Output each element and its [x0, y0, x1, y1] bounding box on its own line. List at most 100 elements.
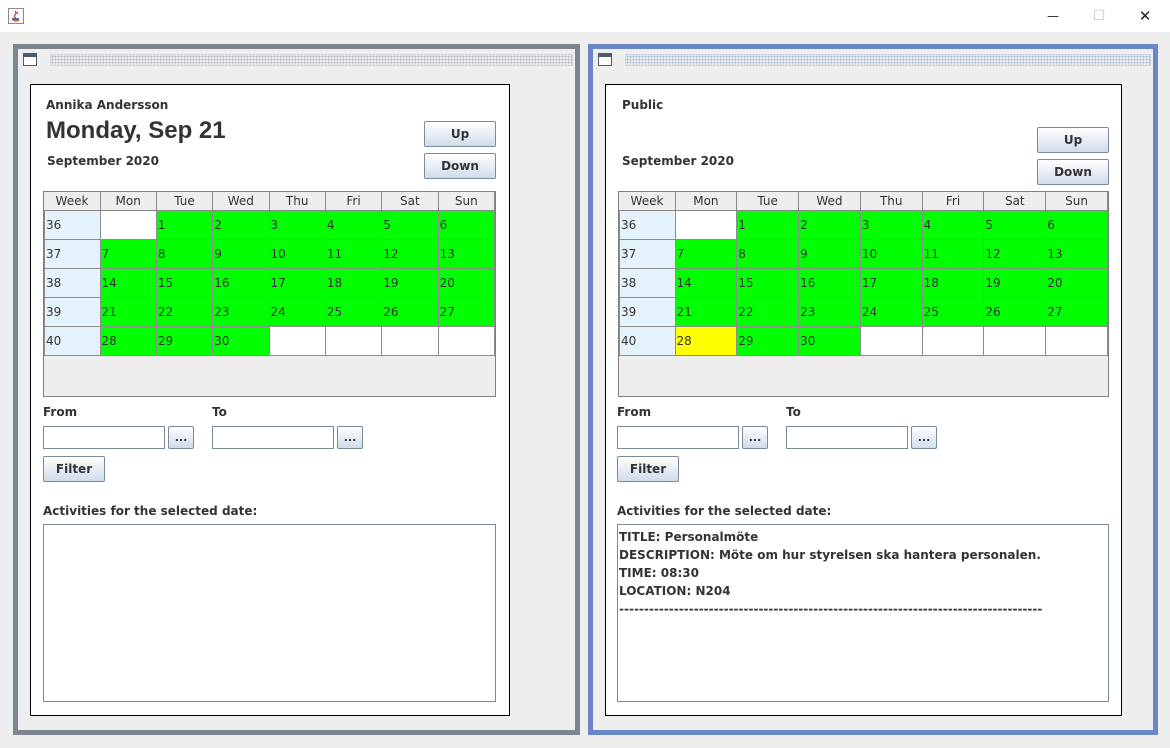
day-cell[interactable]: 4	[921, 210, 985, 240]
day-cell[interactable]: 7	[674, 239, 738, 269]
day-cell[interactable]: 22	[155, 297, 214, 327]
day-cell[interactable]: 12	[983, 239, 1047, 269]
day-cell[interactable]: 8	[736, 239, 800, 269]
close-button[interactable]: ✕	[1122, 0, 1168, 32]
frame-titlebar[interactable]	[593, 49, 1153, 71]
weekday-header[interactable]: Mon	[675, 192, 738, 211]
day-cell[interactable]: 13	[437, 239, 496, 269]
empty-day-cell[interactable]	[921, 326, 985, 356]
day-cell[interactable]: 19	[381, 268, 439, 298]
day-cell[interactable]: 24	[859, 297, 923, 327]
day-cell[interactable]: 20	[437, 268, 496, 298]
day-cell[interactable]: 29	[155, 326, 214, 356]
week-number-cell[interactable]: 39	[44, 297, 101, 327]
up-button[interactable]: Up	[424, 121, 496, 147]
day-cell[interactable]: 6	[1045, 210, 1108, 240]
day-cell[interactable]: 1	[736, 210, 800, 240]
month-calendar-table[interactable]: Week Mon Tue Wed Thu Fri Sat Sun 36 1 2 3 4 5 6 37 7 8 9 1…	[43, 191, 496, 397]
day-cell[interactable]: 24	[268, 297, 326, 327]
day-cell[interactable]: 19	[983, 268, 1047, 298]
empty-day-cell[interactable]	[859, 326, 923, 356]
day-cell[interactable]: 5	[381, 210, 439, 240]
day-cell[interactable]: 11	[921, 239, 985, 269]
day-cell[interactable]: 6	[437, 210, 496, 240]
day-cell[interactable]: 23	[798, 297, 861, 327]
empty-day-cell[interactable]	[1045, 326, 1108, 356]
weekday-header[interactable]: Fri	[922, 192, 985, 211]
day-cell[interactable]: 17	[859, 268, 923, 298]
from-date-input[interactable]	[43, 426, 165, 449]
week-column-header[interactable]: Week	[44, 192, 101, 211]
day-cell[interactable]: 8	[155, 239, 214, 269]
empty-day-cell[interactable]	[437, 326, 496, 356]
day-cell[interactable]: 2	[798, 210, 861, 240]
day-cell[interactable]: 30	[212, 326, 270, 356]
week-number-cell[interactable]: 36	[619, 210, 676, 240]
maximize-button[interactable]: ☐	[1076, 0, 1122, 32]
week-column-header[interactable]: Week	[619, 192, 676, 211]
from-date-input[interactable]	[617, 426, 739, 449]
day-cell[interactable]: 27	[437, 297, 496, 327]
to-date-picker-button[interactable]: ...	[911, 426, 937, 449]
day-cell[interactable]: 18	[921, 268, 985, 298]
week-number-cell[interactable]: 40	[619, 326, 676, 356]
day-cell[interactable]: 5	[983, 210, 1047, 240]
down-button[interactable]: Down	[1037, 159, 1109, 185]
from-date-picker-button[interactable]: ...	[742, 426, 768, 449]
weekday-header[interactable]: Wed	[798, 192, 861, 211]
weekday-header[interactable]: Sun	[438, 192, 496, 211]
day-cell[interactable]: 12	[381, 239, 439, 269]
week-number-cell[interactable]: 40	[44, 326, 101, 356]
day-cell[interactable]: 25	[921, 297, 985, 327]
down-button[interactable]: Down	[424, 153, 496, 179]
empty-day-cell[interactable]	[324, 326, 383, 356]
day-cell[interactable]: 13	[1045, 239, 1108, 269]
week-number-cell[interactable]: 37	[619, 239, 676, 269]
day-cell[interactable]: 3	[859, 210, 923, 240]
day-cell[interactable]: 20	[1045, 268, 1108, 298]
day-cell[interactable]: 9	[212, 239, 270, 269]
month-calendar-table[interactable]: Week Mon Tue Wed Thu Fri Sat Sun 36 1 2 3 4 5 6 37 7 8 9 1…	[618, 191, 1109, 397]
weekday-header[interactable]: Tue	[736, 192, 800, 211]
weekday-header[interactable]: Thu	[269, 192, 326, 211]
day-cell[interactable]: 10	[268, 239, 326, 269]
right-internal-frame[interactable]: Public September 2020 Up Down Week Mon Tue…	[588, 44, 1158, 735]
calendar-grid[interactable]: Week Mon Tue Wed Thu Fri Sat Sun 36 1 2 3 4 5 6 37 7 8 9 1…	[44, 192, 496, 356]
day-cell[interactable]: 18	[324, 268, 383, 298]
day-cell[interactable]: 16	[798, 268, 861, 298]
week-number-cell[interactable]: 38	[619, 268, 676, 298]
day-cell[interactable]: 9	[798, 239, 861, 269]
day-cell[interactable]: 21	[674, 297, 738, 327]
week-number-cell[interactable]: 36	[44, 210, 101, 240]
day-cell[interactable]: 3	[268, 210, 326, 240]
weekday-header[interactable]: Fri	[325, 192, 383, 211]
week-number-cell[interactable]: 37	[44, 239, 101, 269]
week-number-cell[interactable]: 39	[619, 297, 676, 327]
day-cell[interactable]: 1	[155, 210, 214, 240]
weekday-header[interactable]: Sun	[1045, 192, 1108, 211]
day-cell[interactable]: 21	[99, 297, 157, 327]
day-cell[interactable]: 26	[381, 297, 439, 327]
empty-day-cell[interactable]	[674, 210, 738, 240]
day-cell[interactable]: 14	[674, 268, 738, 298]
to-date-input[interactable]	[212, 426, 334, 449]
calendar-grid[interactable]: Week Mon Tue Wed Thu Fri Sat Sun 36 1 2 3 4 5 6 37 7 8 9 1…	[619, 192, 1108, 356]
day-cell[interactable]: 30	[798, 326, 861, 356]
empty-day-cell[interactable]	[99, 210, 157, 240]
weekday-header[interactable]: Thu	[860, 192, 923, 211]
filter-button[interactable]: Filter	[617, 456, 679, 482]
week-number-cell[interactable]: 38	[44, 268, 101, 298]
empty-day-cell[interactable]	[268, 326, 326, 356]
day-cell[interactable]: 14	[99, 268, 157, 298]
weekday-header[interactable]: Mon	[100, 192, 157, 211]
day-cell[interactable]: 7	[99, 239, 157, 269]
day-cell[interactable]: 25	[324, 297, 383, 327]
day-cell[interactable]: 28	[99, 326, 157, 356]
empty-day-cell[interactable]	[381, 326, 439, 356]
left-internal-frame[interactable]: Annika Andersson Monday, Sep 21 Septembe…	[13, 44, 580, 735]
up-button[interactable]: Up	[1037, 127, 1109, 153]
day-cell[interactable]: 27	[1045, 297, 1108, 327]
frame-titlebar[interactable]	[18, 49, 575, 71]
day-cell[interactable]: 15	[155, 268, 214, 298]
weekday-header[interactable]: Tue	[156, 192, 214, 211]
